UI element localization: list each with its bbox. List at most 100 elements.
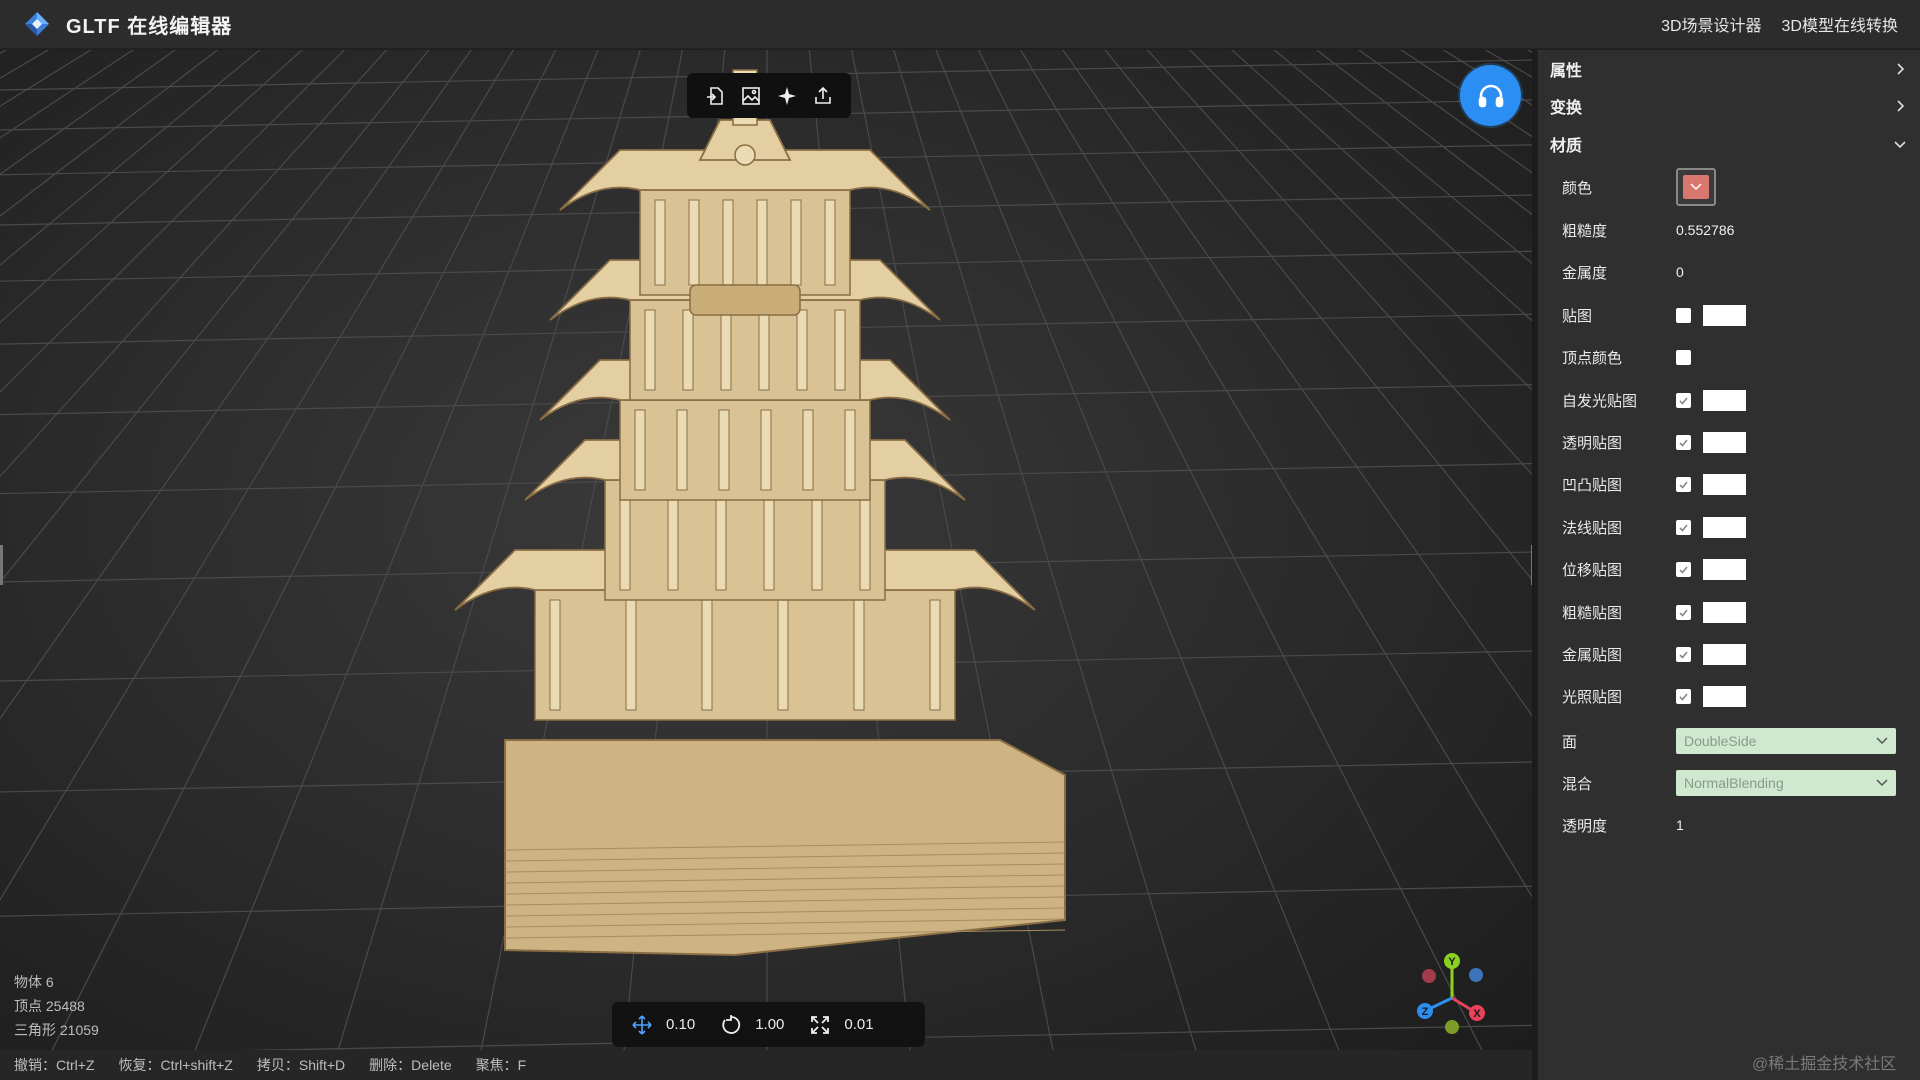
light-icon[interactable] bbox=[772, 81, 802, 111]
texture-checkbox[interactable] bbox=[1676, 562, 1691, 578]
texture-slot[interactable] bbox=[1703, 431, 1746, 453]
texture-checkbox[interactable] bbox=[1676, 392, 1691, 408]
tier-pillar bbox=[720, 309, 732, 391]
nav-scene-designer[interactable]: 3D场景设计器 bbox=[1661, 12, 1761, 36]
map-texture-slot[interactable] bbox=[1703, 304, 1746, 326]
tier-wall bbox=[534, 589, 956, 721]
tier-wall bbox=[619, 399, 871, 501]
axis-gizmo[interactable]: Y X Z bbox=[1405, 950, 1495, 1040]
triangle-count: 三角形 21059 bbox=[14, 1022, 99, 1038]
opacity-value[interactable]: 1 bbox=[1676, 817, 1684, 833]
texture-checkbox[interactable] bbox=[1676, 519, 1691, 535]
left-resize-handle[interactable] bbox=[0, 545, 3, 585]
texture-label: 金属贴图 bbox=[1562, 646, 1623, 664]
watermark: @稀土掘金技术社区 bbox=[1752, 1056, 1897, 1073]
texture-label: 自发光贴图 bbox=[1562, 392, 1638, 410]
app-root: GLTF 在线编辑器 3D场景设计器 3D模型在线转换 物体 6 顶点 2548… bbox=[0, 0, 1920, 1080]
chevron-right-icon bbox=[1897, 99, 1905, 112]
logo-icon[interactable] bbox=[20, 7, 54, 41]
properties-panel: 属性 变换 材质 颜色 粗糙度 0.552786 金属度 0 贴图 顶点颜色 自… bbox=[1538, 50, 1920, 1080]
texture-checkbox[interactable] bbox=[1676, 434, 1691, 450]
texture-slot[interactable] bbox=[1703, 389, 1746, 411]
scale-step-control[interactable]: 0.01 bbox=[800, 1015, 883, 1035]
check-icon bbox=[1679, 396, 1688, 405]
metalness-label: 金属度 bbox=[1562, 264, 1608, 282]
scale-icon bbox=[811, 1015, 830, 1034]
object-count: 物体 6 bbox=[14, 974, 54, 990]
texture-slot[interactable] bbox=[1703, 559, 1746, 581]
texture-row: 凹凸贴图 bbox=[1538, 470, 1920, 500]
texture-label: 粗糙贴图 bbox=[1562, 604, 1623, 622]
tier-pillar bbox=[654, 199, 666, 286]
map-label: 贴图 bbox=[1562, 307, 1593, 325]
chevron-down-icon bbox=[1690, 183, 1702, 191]
nav-model-converter[interactable]: 3D模型在线转换 bbox=[1782, 12, 1898, 36]
roughness-row: 粗糙度 0.552786 bbox=[1538, 215, 1920, 245]
map-row: 贴图 bbox=[1538, 300, 1920, 330]
transform-step-bar: 0.10 1.00 0.01 bbox=[612, 1002, 925, 1047]
tier-pillar bbox=[796, 309, 808, 391]
customer-support-button[interactable] bbox=[1460, 65, 1521, 126]
tier-pillar bbox=[625, 599, 637, 711]
rotate-step-control[interactable]: 1.00 bbox=[711, 1014, 794, 1035]
texture-label: 光照贴图 bbox=[1562, 689, 1623, 707]
tier-pillar bbox=[756, 199, 768, 286]
texture-slot[interactable] bbox=[1703, 643, 1746, 665]
check-icon bbox=[1679, 608, 1688, 617]
chevron-down-icon bbox=[1876, 779, 1888, 787]
check-icon bbox=[1679, 651, 1688, 659]
tier-pillar bbox=[701, 599, 713, 711]
blending-select-value: NormalBlending bbox=[1684, 775, 1784, 791]
image-import-icon[interactable] bbox=[736, 81, 766, 111]
texture-row: 位移贴图 bbox=[1538, 555, 1920, 585]
rotate-step-value: 1.00 bbox=[755, 1016, 785, 1033]
tier-pillar bbox=[929, 599, 941, 711]
move-step-control[interactable]: 0.10 bbox=[622, 1014, 705, 1035]
tier-pillar bbox=[853, 599, 865, 711]
shortcut-undo: 撤销：Ctrl+Z bbox=[14, 1057, 95, 1073]
map-checkbox[interactable] bbox=[1676, 307, 1691, 323]
material-color-row: 颜色 bbox=[1538, 167, 1920, 207]
tier-pillar bbox=[676, 409, 688, 491]
metalness-row: 金属度 0 bbox=[1538, 257, 1920, 287]
roughness-value[interactable]: 0.552786 bbox=[1676, 222, 1734, 238]
export-icon[interactable] bbox=[808, 81, 838, 111]
vertex-colors-checkbox[interactable] bbox=[1676, 349, 1691, 365]
tier-pillar bbox=[644, 309, 656, 391]
scene-canvas[interactable] bbox=[0, 50, 1535, 1080]
section-material[interactable]: 材质 bbox=[1538, 125, 1920, 162]
texture-row: 金属贴图 bbox=[1538, 639, 1920, 669]
texture-checkbox[interactable] bbox=[1676, 604, 1691, 620]
texture-slot[interactable] bbox=[1703, 601, 1746, 623]
texture-label: 凹凸贴图 bbox=[1562, 477, 1623, 495]
tier-pillar bbox=[859, 489, 871, 591]
tier-pillar bbox=[715, 489, 727, 591]
section-transform-label: 变换 bbox=[1550, 99, 1583, 117]
panel-resize-handle[interactable] bbox=[1531, 545, 1532, 585]
app-header: GLTF 在线编辑器 3D场景设计器 3D模型在线转换 bbox=[0, 0, 1920, 49]
viewport-toolbar bbox=[687, 73, 851, 118]
axis-z-label: Z bbox=[1422, 1006, 1429, 1018]
side-select-value: DoubleSide bbox=[1684, 733, 1757, 749]
texture-slot[interactable] bbox=[1703, 686, 1746, 708]
texture-checkbox[interactable] bbox=[1676, 689, 1691, 705]
check-icon bbox=[1679, 693, 1688, 701]
texture-slot[interactable] bbox=[1703, 474, 1746, 496]
roughness-label: 粗糙度 bbox=[1562, 222, 1608, 240]
texture-checkbox[interactable] bbox=[1676, 646, 1691, 662]
blending-select[interactable]: NormalBlending bbox=[1676, 770, 1896, 796]
move-icon bbox=[632, 1014, 652, 1035]
texture-checkbox[interactable] bbox=[1676, 477, 1691, 493]
tier-pillar bbox=[718, 409, 730, 491]
section-transform[interactable]: 变换 bbox=[1538, 87, 1920, 124]
3d-viewport[interactable]: 物体 6 顶点 25488 三角形 21059 0.10 1.00 0.01 Y… bbox=[0, 50, 1535, 1080]
side-select[interactable]: DoubleSide bbox=[1676, 728, 1896, 754]
material-color-picker[interactable] bbox=[1676, 168, 1716, 206]
tier-pillar bbox=[667, 489, 679, 591]
import-icon[interactable] bbox=[700, 81, 730, 111]
material-color-label: 颜色 bbox=[1562, 179, 1593, 197]
metalness-value[interactable]: 0 bbox=[1676, 264, 1684, 280]
pagoda-model[interactable] bbox=[454, 69, 1066, 957]
texture-slot[interactable] bbox=[1703, 516, 1746, 538]
section-properties[interactable]: 属性 bbox=[1538, 50, 1920, 87]
